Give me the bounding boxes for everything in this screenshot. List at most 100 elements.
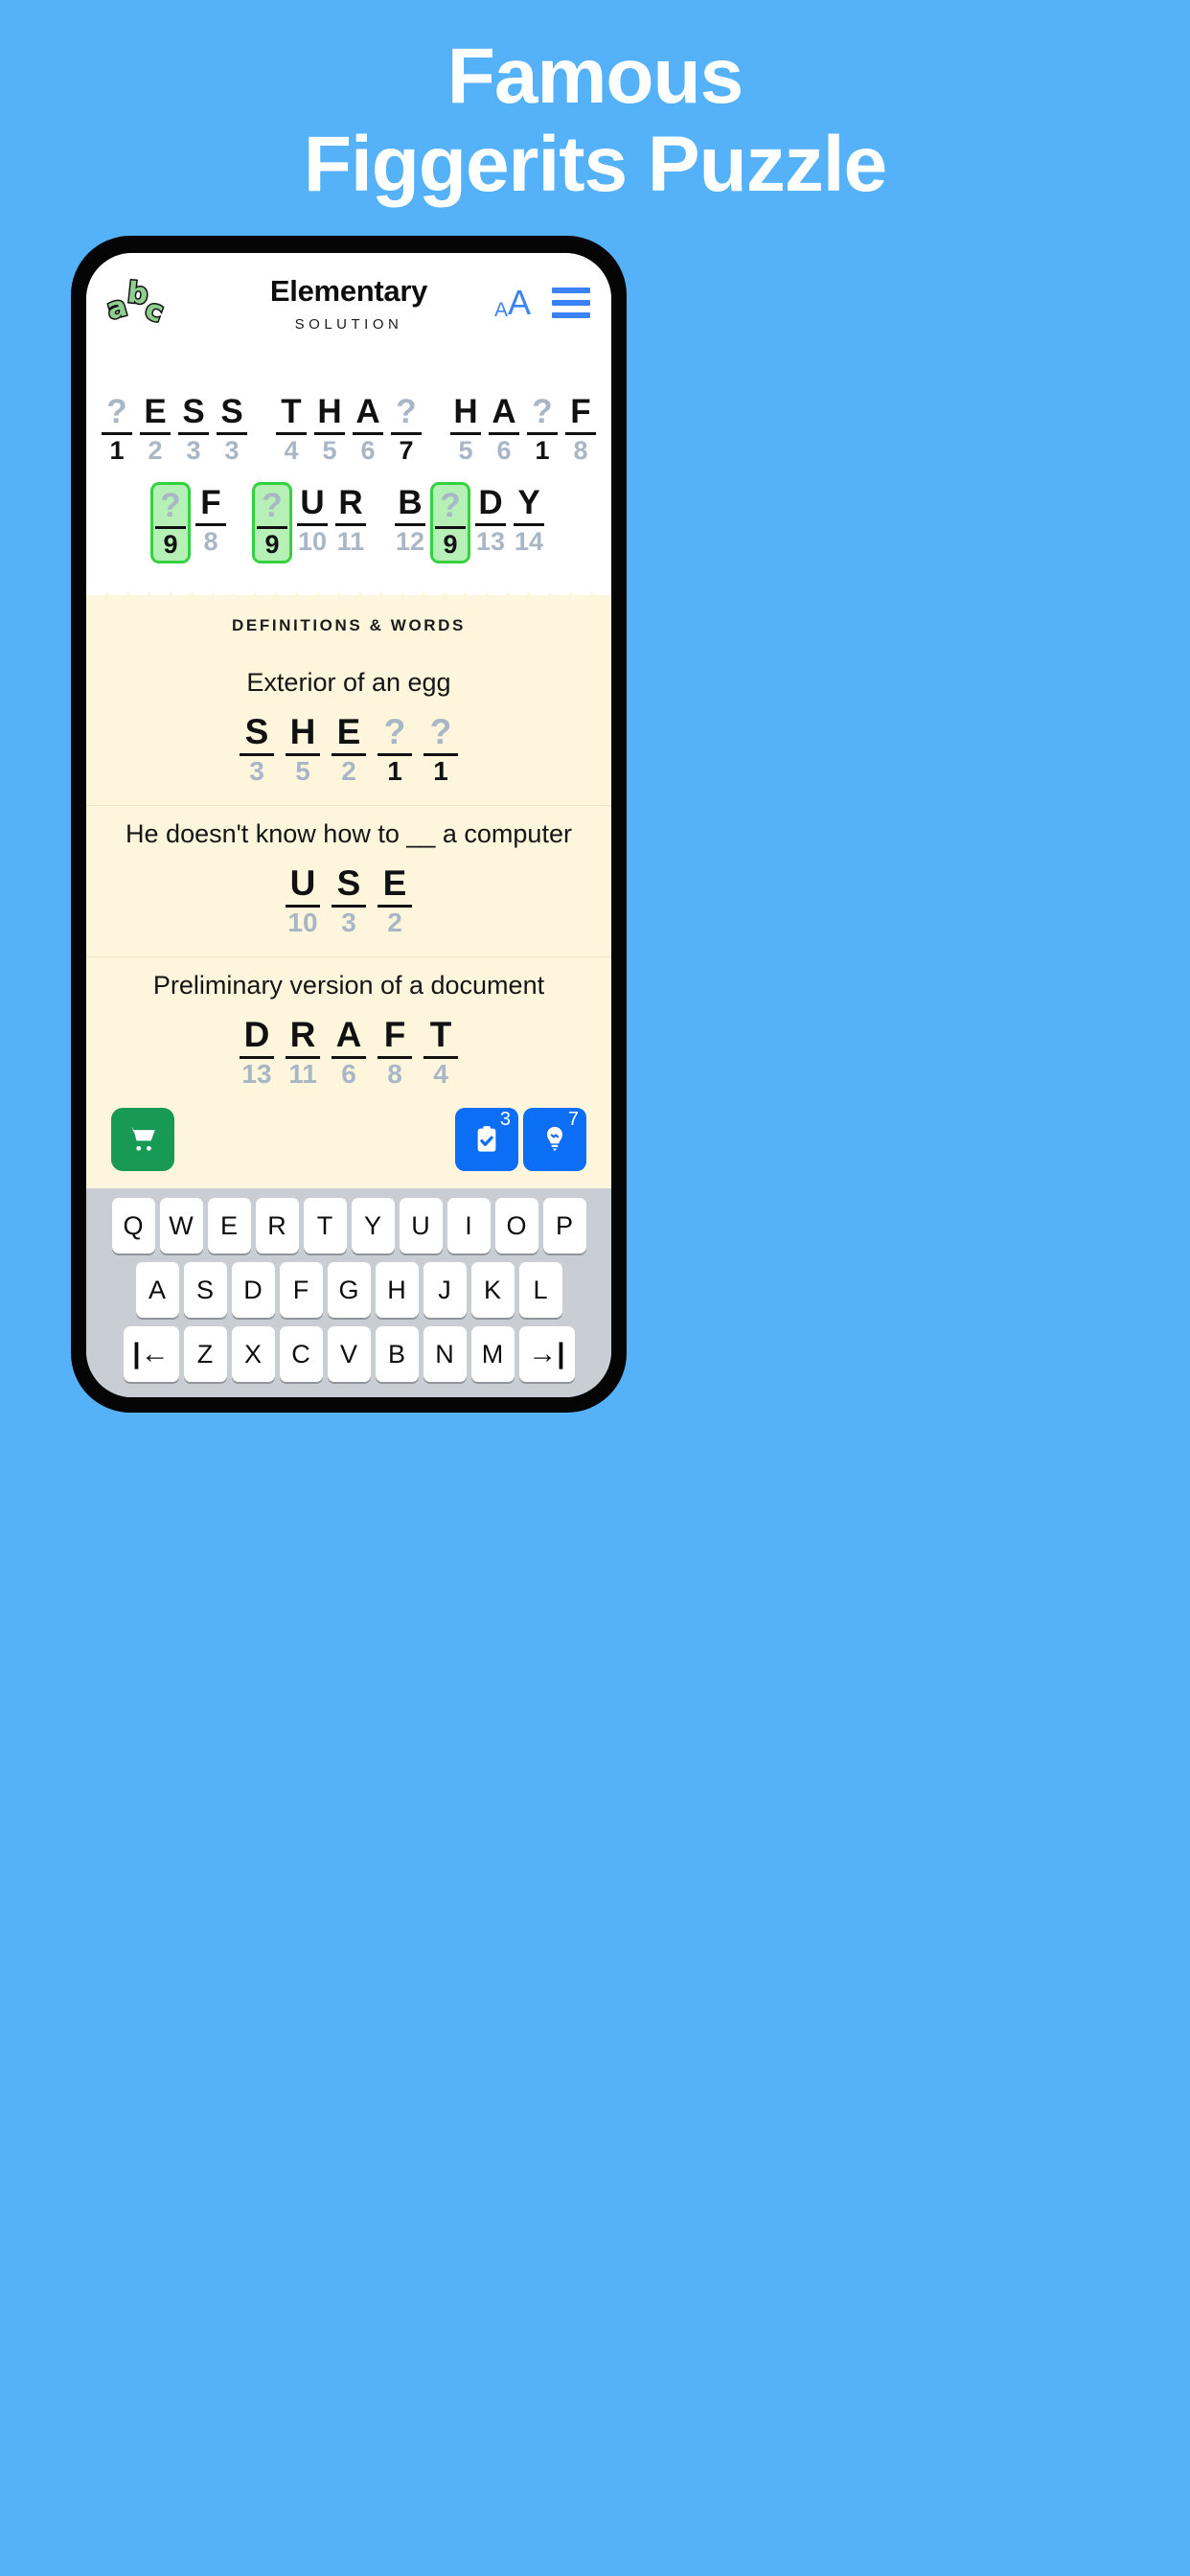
- key-d[interactable]: D: [231, 1262, 275, 1318]
- abc-logo-icon[interactable]: a b c: [102, 274, 170, 331]
- letter-glyph: ?: [160, 487, 181, 524]
- answer-cell[interactable]: ? 1: [421, 710, 461, 788]
- key-j[interactable]: J: [423, 1262, 467, 1318]
- answer-cell[interactable]: ? 1: [375, 710, 415, 788]
- answer-cell[interactable]: E2: [375, 862, 415, 939]
- letter-number: 13: [475, 527, 506, 556]
- puzzle-word-group: T 4 H 5 A 6? 7: [273, 391, 424, 467]
- puzzle-cell[interactable]: ? 1: [524, 391, 561, 467]
- puzzle-cell[interactable]: ? 9: [150, 482, 191, 564]
- promo-headline-line1: Famous: [446, 33, 744, 120]
- answer-cell[interactable]: E2: [329, 710, 369, 788]
- letter-number: 14: [514, 527, 544, 556]
- key-z[interactable]: Z: [183, 1326, 227, 1382]
- key-next-arrow[interactable]: →|: [518, 1326, 575, 1382]
- key-p[interactable]: P: [542, 1198, 586, 1254]
- puzzle-cell[interactable]: ? 9: [252, 482, 292, 564]
- key-b[interactable]: B: [375, 1326, 419, 1382]
- key-q[interactable]: Q: [111, 1198, 155, 1254]
- key-s[interactable]: S: [183, 1262, 227, 1318]
- answer-cell[interactable]: D 13: [237, 1013, 277, 1091]
- puzzle-cell[interactable]: H5: [447, 391, 484, 467]
- letter-number: 5: [458, 436, 473, 465]
- answer-cell[interactable]: U 10: [283, 862, 323, 939]
- puzzle-cell[interactable]: F8: [193, 482, 229, 564]
- on-screen-keyboard: Q W E R T Y U I O P A S D F G H J K L |← Z X C V B N M →|: [86, 1188, 611, 1397]
- letter-glyph: A: [492, 393, 516, 430]
- hint-button[interactable]: 7: [523, 1108, 586, 1171]
- letter-number: 1: [109, 436, 125, 465]
- definition-answer: D 13 R 11 A 6 F 8 T 4: [113, 1013, 584, 1091]
- puzzle-cell[interactable]: ? 7: [388, 391, 424, 467]
- puzzle-cell[interactable]: ? 1: [99, 391, 135, 467]
- puzzle-cell[interactable]: T4: [273, 391, 309, 467]
- promo-headline-line2: Figgerits Puzzle: [303, 120, 887, 208]
- key-m[interactable]: M: [470, 1326, 515, 1382]
- puzzle-cell[interactable]: B 12: [392, 482, 428, 564]
- answer-cell[interactable]: R 11: [283, 1013, 323, 1091]
- letter-underline: [217, 432, 247, 435]
- letter-number: 6: [496, 436, 512, 465]
- letter-number: 11: [336, 527, 365, 556]
- key-c[interactable]: C: [279, 1326, 323, 1382]
- puzzle-cell[interactable]: E2: [137, 391, 173, 467]
- answer-cell[interactable]: F8: [375, 1013, 415, 1091]
- answer-cell[interactable]: H5: [283, 710, 323, 788]
- shopping-cart-button[interactable]: [111, 1108, 174, 1171]
- answer-cell[interactable]: T4: [421, 1013, 461, 1091]
- puzzle-word-group: H 5 A 6? 1 F 8: [447, 391, 599, 467]
- letter-number: 3: [341, 908, 356, 938]
- key-o[interactable]: O: [494, 1198, 538, 1254]
- letter-glyph: F: [383, 1015, 406, 1054]
- key-k[interactable]: K: [470, 1262, 515, 1318]
- key-i[interactable]: I: [446, 1198, 491, 1254]
- letter-glyph: T: [281, 393, 302, 430]
- key-l[interactable]: L: [518, 1262, 562, 1318]
- key-g[interactable]: G: [327, 1262, 371, 1318]
- check-answers-button[interactable]: 3: [455, 1108, 518, 1171]
- key-r[interactable]: R: [255, 1198, 299, 1254]
- key-f[interactable]: F: [279, 1262, 323, 1318]
- answer-cell[interactable]: S3: [329, 862, 369, 939]
- puzzle-cell[interactable]: Y 14: [511, 482, 547, 564]
- answer-cell[interactable]: S3: [237, 710, 277, 788]
- action-bar: 3 7: [86, 1108, 611, 1188]
- key-e[interactable]: E: [207, 1198, 251, 1254]
- puzzle-cell[interactable]: F8: [562, 391, 599, 467]
- right-action-buttons: 3 7: [455, 1108, 586, 1171]
- answer-cell[interactable]: A6: [329, 1013, 369, 1091]
- font-size-icon-large-a: A: [507, 283, 531, 322]
- letter-glyph: ?: [532, 393, 553, 430]
- puzzle-cell[interactable]: D 13: [472, 482, 509, 564]
- header-actions: A A: [494, 286, 590, 320]
- font-size-icon[interactable]: A A: [494, 283, 531, 322]
- letter-number: 8: [387, 1059, 402, 1089]
- key-t[interactable]: T: [303, 1198, 347, 1254]
- letter-number: 2: [387, 908, 402, 938]
- puzzle-cell[interactable]: R 11: [332, 482, 369, 564]
- puzzle-word-group: ? 1 E 2 S 3 S 3: [99, 391, 250, 467]
- puzzle-cell[interactable]: ? 9: [430, 482, 470, 564]
- puzzle-grid: ? 1 E 2 S 3 S 3 T 4 H 5 A 6? 7 H 5 A 6? 1 F 8? 9 F 8? 9 U 10 R 11 B 12?…: [86, 353, 611, 579]
- puzzle-cell[interactable]: S3: [214, 391, 250, 467]
- key-x[interactable]: X: [231, 1326, 275, 1382]
- letter-glyph: F: [570, 393, 591, 430]
- key-w[interactable]: W: [159, 1198, 203, 1254]
- definition-item: Preliminary version of a document D 13 R 11 A…: [86, 957, 611, 1108]
- puzzle-cell[interactable]: S3: [175, 391, 212, 467]
- hamburger-icon[interactable]: [552, 288, 590, 318]
- key-u[interactable]: U: [399, 1198, 443, 1254]
- puzzle-cell[interactable]: A6: [486, 391, 522, 467]
- key-v[interactable]: V: [327, 1326, 371, 1382]
- keyboard-row: ASDFGHJKL: [92, 1262, 606, 1318]
- puzzle-cell[interactable]: A6: [350, 391, 386, 467]
- key-y[interactable]: Y: [351, 1198, 395, 1254]
- key-prev-arrow[interactable]: |←: [123, 1326, 179, 1382]
- puzzle-cell[interactable]: H5: [311, 391, 348, 467]
- letter-glyph: D: [243, 1015, 270, 1054]
- key-h[interactable]: H: [375, 1262, 419, 1318]
- letter-number: 2: [148, 436, 163, 465]
- puzzle-cell[interactable]: U 10: [294, 482, 331, 564]
- key-a[interactable]: A: [135, 1262, 179, 1318]
- key-n[interactable]: N: [423, 1326, 467, 1382]
